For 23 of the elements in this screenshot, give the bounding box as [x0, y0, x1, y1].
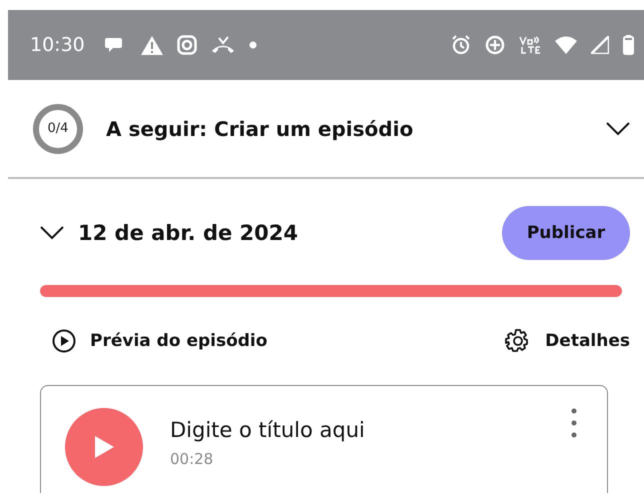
play-icon [93, 435, 115, 459]
wifi-icon [555, 36, 577, 54]
progress-ring: 0/4 [33, 104, 83, 154]
status-time: 10:30 [30, 34, 85, 56]
episode-title: Digite o título aqui [170, 418, 366, 442]
warning-icon [140, 36, 163, 54]
publish-button[interactable]: Publicar [502, 206, 630, 260]
episode-duration: 00:28 [170, 450, 214, 468]
play-circle-icon [52, 329, 76, 353]
more-options-icon[interactable] [571, 408, 577, 438]
alarm-clock-icon [451, 35, 471, 55]
chevron-down-icon[interactable] [606, 122, 630, 136]
next-step-title: A seguir: Criar um episódio [106, 116, 414, 140]
preview-button[interactable]: Prévia do episódio [52, 329, 268, 353]
cellular-signal-icon [591, 36, 609, 54]
chevron-icon[interactable] [40, 226, 64, 240]
battery-icon [623, 35, 634, 55]
volte-icon [519, 36, 541, 54]
details-button[interactable]: Detalhes [505, 328, 630, 354]
episode-date: 12 de abr. de 2024 [78, 221, 300, 245]
missed-call-icon [210, 36, 235, 54]
dot-icon [248, 41, 257, 49]
camera-icon [176, 35, 197, 55]
